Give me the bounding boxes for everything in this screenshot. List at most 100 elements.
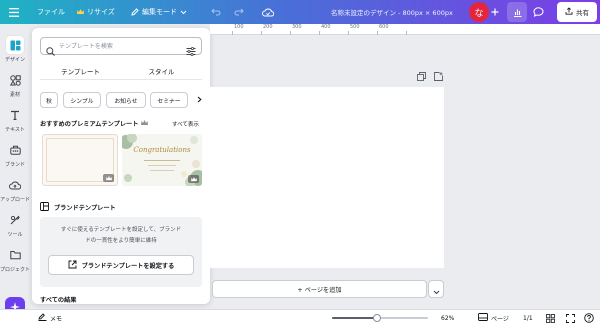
fullscreen-icon[interactable] <box>566 310 575 325</box>
chevron-down-icon <box>433 280 440 299</box>
brand-section-heading: ブランドテンプレート <box>40 202 116 213</box>
rail-label-design: デザイン <box>4 57 25 63</box>
redo-icon[interactable] <box>234 0 244 24</box>
chevron-right-icon <box>197 96 202 105</box>
share-label: 共有 <box>576 9 589 17</box>
ruler-mark <box>290 31 291 35</box>
brand-section-title: ブランドテンプレート <box>54 205 116 212</box>
premium-crown-badge <box>188 175 199 183</box>
rail-item-projects[interactable]: プロジェクト <box>0 246 30 273</box>
rail-item-upload[interactable]: アップロード <box>0 176 30 203</box>
edit-mode-label: 編集モード <box>142 8 177 16</box>
tabs-divider <box>40 79 202 80</box>
tab-templates[interactable]: テンプレート <box>40 62 121 80</box>
notes-button[interactable]: メモ <box>38 310 62 325</box>
help-icon[interactable] <box>584 310 594 325</box>
add-collaborator-icon[interactable] <box>490 0 500 24</box>
all-results-heading: すべての結果 <box>40 297 77 304</box>
design-canvas-page[interactable] <box>210 87 444 268</box>
template-thumbnail[interactable]: Congratulations <box>122 134 202 186</box>
add-page-button[interactable]: + ページを追加 <box>212 280 427 298</box>
add-page-icon[interactable] <box>432 70 444 82</box>
tools-icon <box>6 211 24 229</box>
brand-description-line: ドの一貫性をより簡単に維持 <box>85 238 157 244</box>
duplicate-page-icon[interactable] <box>415 70 427 82</box>
rail-item-elements[interactable]: 素材 <box>0 71 30 98</box>
thumbnail-script-text: Congratulations <box>133 146 191 154</box>
add-page-options-button[interactable] <box>428 280 444 298</box>
chips-next-button[interactable] <box>192 92 206 108</box>
chevron-down-icon <box>180 10 187 15</box>
thumbnail-rule <box>148 165 176 166</box>
setup-brand-template-button[interactable]: ブランドテンプレートを設定する <box>48 255 194 275</box>
zoom-value[interactable]: 62% <box>441 310 454 325</box>
pages-button[interactable]: ページ <box>478 310 509 325</box>
text-icon <box>6 106 24 124</box>
brand-template-card: すぐに使えるテンプレートを設定して、ブランド ドの一貫性をより簡単に維持 ブラン… <box>40 217 202 287</box>
rail-label-tools: ツール <box>7 232 23 238</box>
ruler-mark <box>377 31 378 35</box>
template-search-box[interactable] <box>40 37 202 57</box>
ruler-mark <box>348 31 349 35</box>
top-bar: ファイル リサイズ 編集モード 名称未設定のデザイン - 800px × 600… <box>0 0 600 24</box>
premium-crown-badge <box>103 174 114 182</box>
file-menu-button[interactable]: ファイル <box>37 0 65 24</box>
resize-button[interactable]: リサイズ <box>77 0 115 24</box>
ruler-mark <box>261 31 262 35</box>
see-all-link[interactable]: すべて表示 <box>172 120 199 128</box>
grid-view-icon[interactable] <box>546 310 555 325</box>
chip-announcement[interactable]: お知らせ <box>106 92 146 108</box>
ruler-tick-label: 400 <box>321 24 331 30</box>
document-title[interactable]: 名称未設定のデザイン - 800px × 600px <box>331 0 453 24</box>
cloud-save-icon[interactable] <box>262 0 274 24</box>
user-avatar[interactable]: な <box>469 2 489 22</box>
rail-item-tools[interactable]: ツール <box>0 211 30 238</box>
design-icon <box>6 36 24 54</box>
brand-description: すぐに使えるテンプレートを設定して、ブランド ドの一貫性をより簡単に維持 <box>48 225 194 247</box>
edit-mode-dropdown[interactable]: 編集モード <box>131 0 187 24</box>
ruler-mark <box>319 31 320 35</box>
rail-label-text: テキスト <box>5 127 25 133</box>
crown-icon <box>77 9 84 15</box>
external-link-icon <box>68 260 77 271</box>
template-search-input[interactable] <box>59 40 179 52</box>
zoom-slider-handle[interactable] <box>373 314 382 322</box>
brand-description-line: すぐに使えるテンプレートを設定して、ブランド <box>60 227 182 233</box>
zoom-slider[interactable] <box>332 314 428 322</box>
resize-label: リサイズ <box>87 8 115 16</box>
premium-section-heading: おすすめのプレミアムテンプレート <box>40 119 149 128</box>
premium-section-title: おすすめのプレミアムテンプレート <box>40 121 139 128</box>
tab-styles[interactable]: スタイル <box>121 62 202 80</box>
panel-tabs: テンプレート スタイル <box>40 62 202 80</box>
templates-panel: テンプレート スタイル 秋 シンプル お知らせ セミナー おすすめのプレミアムテ… <box>32 28 210 304</box>
projects-icon <box>6 246 24 264</box>
ruler-mark <box>406 31 407 35</box>
rail-item-text[interactable]: テキスト <box>0 106 30 133</box>
notes-label: メモ <box>50 315 63 323</box>
hamburger-icon[interactable] <box>9 0 19 24</box>
pages-icon <box>478 313 488 323</box>
insights-chart-icon[interactable] <box>507 2 527 22</box>
undo-icon[interactable] <box>211 0 221 24</box>
ruler-mark <box>232 31 233 35</box>
brand-icon <box>6 141 24 159</box>
thumbnail-rule <box>144 160 180 161</box>
brand-template-icon <box>40 202 49 213</box>
filter-sliders-icon[interactable] <box>186 41 196 60</box>
template-thumbnail[interactable] <box>42 134 118 186</box>
search-icon <box>46 41 55 60</box>
chip-seminar[interactable]: セミナー <box>150 92 188 108</box>
upload-icon <box>6 176 24 194</box>
setup-brand-template-label: ブランドテンプレートを設定する <box>81 262 175 270</box>
chip-simple[interactable]: シンプル <box>63 92 101 108</box>
share-button[interactable]: 共有 <box>557 2 597 22</box>
rail-item-brand[interactable]: ブランド <box>0 141 30 168</box>
elements-icon <box>6 71 24 89</box>
left-rail: デザイン 素材 テキスト ブランド アップロード ツール プロジェクト <box>0 24 30 325</box>
chip-autumn[interactable]: 秋 <box>40 92 58 108</box>
notes-pencil-icon <box>38 313 47 323</box>
ruler-tick-label: 300 <box>292 24 302 30</box>
ruler-tick-label: 600 <box>379 24 389 30</box>
rail-item-design[interactable]: デザイン <box>0 36 30 63</box>
comment-icon[interactable] <box>533 0 544 24</box>
